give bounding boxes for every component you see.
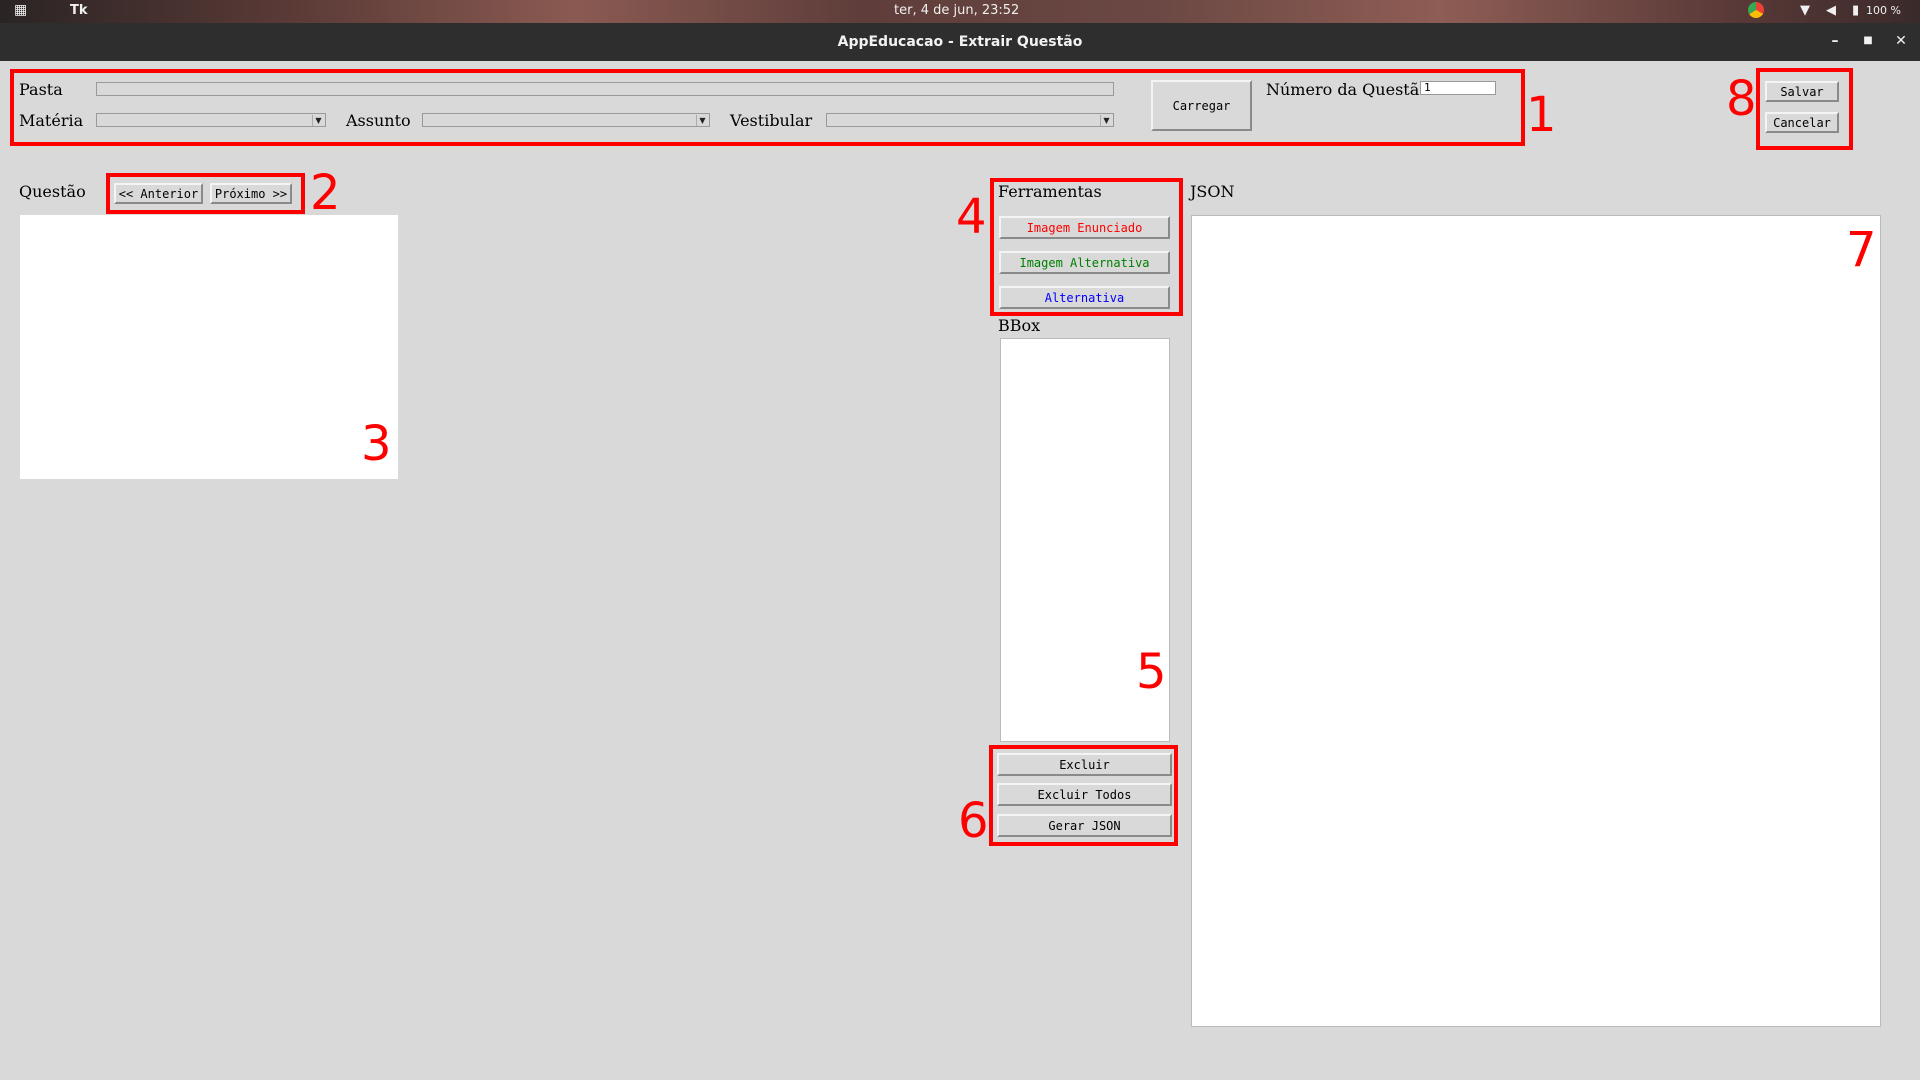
annotation-number-8: 8 xyxy=(1726,71,1757,127)
battery-percent: 100 % xyxy=(1866,4,1901,17)
clock[interactable]: ter, 4 de jun, 23:52 xyxy=(894,3,1019,18)
battery-icon[interactable]: ▮ xyxy=(1852,3,1859,18)
vestibular-combobox[interactable]: ▼ xyxy=(826,113,1114,127)
imagem-enunciado-button[interactable]: Imagem Enunciado xyxy=(999,216,1170,239)
pasta-field[interactable] xyxy=(96,82,1114,96)
alternativa-button[interactable]: Alternativa xyxy=(999,286,1170,309)
assunto-combobox[interactable]: ▼ xyxy=(422,113,710,127)
salvar-button[interactable]: Salvar xyxy=(1765,81,1839,102)
annotation-number-3: 3 xyxy=(361,416,392,472)
excluir-button[interactable]: Excluir xyxy=(997,753,1172,776)
questao-canvas[interactable] xyxy=(20,215,398,479)
ferramentas-label: Ferramentas xyxy=(998,182,1102,201)
annotation-number-5: 5 xyxy=(1136,644,1167,700)
anterior-button[interactable]: << Anterior xyxy=(114,183,203,204)
window-title-bar: AppEducacao - Extrair Questão – ■ ✕ xyxy=(0,23,1920,61)
materia-combobox[interactable]: ▼ xyxy=(96,113,326,127)
json-label: JSON xyxy=(1190,182,1235,201)
numero-questao-label: Número da Questão xyxy=(1266,80,1429,99)
volume-icon[interactable]: ◀ xyxy=(1826,3,1836,18)
pasta-label: Pasta xyxy=(19,80,63,99)
assunto-label: Assunto xyxy=(346,111,411,130)
app-grid-icon[interactable]: ▦ xyxy=(14,2,27,18)
maximize-icon[interactable]: ■ xyxy=(1859,32,1877,50)
json-textarea[interactable] xyxy=(1191,215,1881,1027)
gerar-json-button[interactable]: Gerar JSON xyxy=(997,814,1172,837)
bbox-label: BBox xyxy=(998,316,1041,335)
annotation-number-1: 1 xyxy=(1526,87,1557,143)
active-app-name[interactable]: Tk xyxy=(70,3,88,18)
excluir-todos-button[interactable]: Excluir Todos xyxy=(997,783,1172,806)
annotation-number-4: 4 xyxy=(956,189,987,245)
chevron-down-icon[interactable]: ▼ xyxy=(312,115,324,126)
annotation-number-7: 7 xyxy=(1846,222,1877,278)
wifi-icon[interactable]: ▼ xyxy=(1800,3,1810,18)
annotation-number-6: 6 xyxy=(958,793,989,849)
proximo-button[interactable]: Próximo >> xyxy=(210,183,292,204)
carregar-button[interactable]: Carregar xyxy=(1151,80,1252,131)
imagem-alternativa-button[interactable]: Imagem Alternativa xyxy=(999,251,1170,274)
annotation-number-2: 2 xyxy=(310,165,341,221)
window-title: AppEducacao - Extrair Questão xyxy=(837,34,1083,50)
chevron-down-icon[interactable]: ▼ xyxy=(1100,115,1112,126)
numero-questao-input[interactable]: 1 xyxy=(1420,81,1496,95)
close-icon[interactable]: ✕ xyxy=(1892,32,1910,50)
minimize-icon[interactable]: – xyxy=(1826,32,1844,50)
chevron-down-icon[interactable]: ▼ xyxy=(696,115,708,126)
cancelar-button[interactable]: Cancelar xyxy=(1765,112,1839,133)
vestibular-label: Vestibular xyxy=(730,111,813,130)
system-top-bar: ▦ Tk ter, 4 de jun, 23:52 ▼ ◀ ▮ 100 % xyxy=(0,0,1920,23)
chrome-icon[interactable] xyxy=(1748,2,1764,18)
questao-label: Questão xyxy=(19,182,86,201)
materia-label: Matéria xyxy=(19,111,84,130)
